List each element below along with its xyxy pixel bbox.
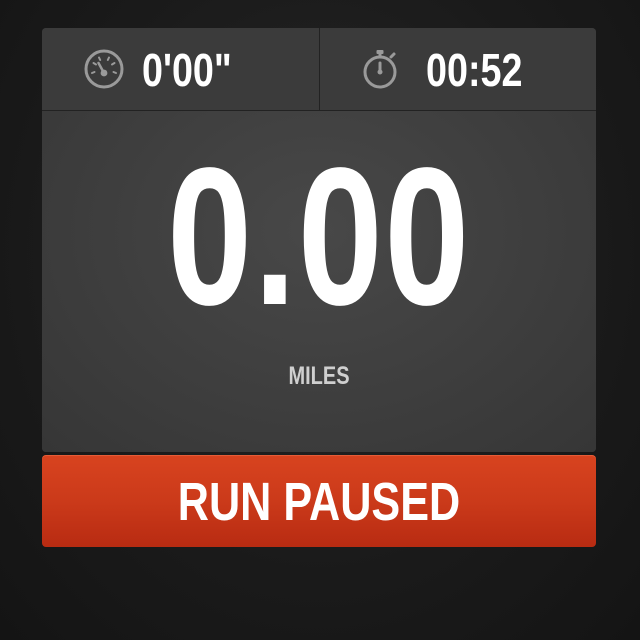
- duration-value: 00:52: [425, 44, 522, 96]
- run-paused-label: RUN PAUSED: [177, 472, 461, 532]
- distance-display: 0.00 MILES: [42, 111, 596, 452]
- speedometer-icon: [84, 49, 124, 89]
- pace-stat: 0'00": [42, 28, 319, 110]
- stopwatch-icon: [363, 50, 396, 89]
- stats-bar: 0'00" 00:52: [42, 28, 596, 111]
- run-paused-button[interactable]: RUN PAUSED: [42, 455, 596, 547]
- duration-stat: 00:52: [318, 28, 597, 110]
- distance-value: 0.00: [167, 127, 471, 346]
- distance-unit-label: MILES: [288, 362, 350, 390]
- pace-value: 0'00": [142, 44, 232, 96]
- run-stats-panel: 0'00" 00:52 0.00 MILES: [42, 28, 596, 452]
- run-tracker-screen: 0'00" 00:52 0.00 MILES RUN PAUSED: [0, 0, 640, 640]
